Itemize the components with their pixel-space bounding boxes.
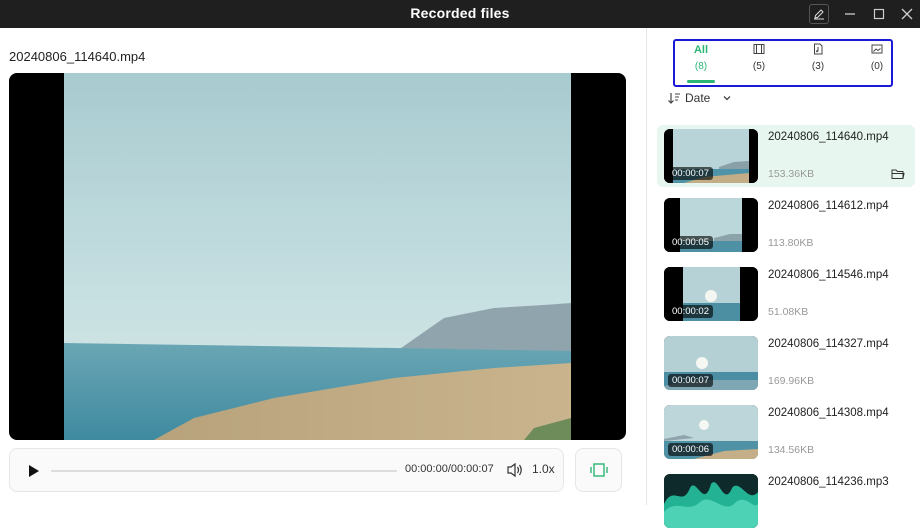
file-item[interactable]: 00:00:07 20240806_114640.mp4 153.36KB [657,125,915,187]
sort-dropdown[interactable]: Date [667,91,732,105]
file-name: 20240806_114640.mp4 [768,131,889,143]
file-item[interactable]: 00:00:05 20240806_114612.mp4 113.80KB [657,194,915,256]
file-size: 169.96KB [768,375,815,387]
file-size: 153.36KB [768,168,815,180]
image-icon [855,43,899,58]
file-duration: 00:00:06 [668,443,713,456]
tab-image[interactable]: (0) [855,43,899,83]
playback-controls: 00:00:00/00:00:07 1.0x [9,448,564,492]
sort-label: Date [685,91,711,105]
chevron-down-icon [723,96,731,101]
file-item[interactable]: 00:00:07 20240806_114327.mp4 169.96KB [657,332,915,394]
current-file-name: 20240806_114640.mp4 [9,49,146,64]
sort-icon [668,93,680,104]
audio-file-icon [796,43,840,58]
tab-video[interactable]: (5) [737,43,781,83]
open-folder-icon[interactable] [891,168,905,180]
file-name: 20240806_114612.mp4 [768,200,889,212]
file-name: 20240806_114327.mp4 [768,338,889,350]
file-item[interactable]: 00:00:06 20240806_114308.mp4 134.56KB [657,401,915,463]
tab-audio-count: (3) [811,61,825,72]
tab-audio[interactable]: (3) [796,43,840,83]
video-player[interactable] [9,73,626,440]
progress-bar[interactable] [51,470,397,472]
maximize-button[interactable] [869,4,889,24]
file-name: 20240806_114546.mp4 [768,269,889,281]
tab-all-count: (8) [694,61,708,72]
minimize-button[interactable] [840,4,860,24]
close-button[interactable] [897,4,917,24]
file-name: 20240806_114308.mp4 [768,407,889,419]
volume-icon[interactable] [506,462,524,483]
title-bar: Recorded files [0,0,920,28]
edit-icon[interactable] [809,4,829,24]
file-size: 113.80KB [768,237,814,249]
file-thumbnail: 00:00:05 [664,198,758,252]
file-thumbnail: 00:00:02 [664,267,758,321]
file-list-panel: All (8) (5) (3) (0) Date 00:00:07 202408… [647,28,920,528]
filter-tabs: All (8) (5) (3) (0) [673,39,893,87]
file-thumbnail: 00:00:06 [664,405,758,459]
file-duration: 00:00:07 [668,167,713,180]
player-panel: 20240806_114640.mp4 00:00:00/00:00:07 1.… [0,28,646,505]
tab-all[interactable]: All (8) [679,43,723,83]
file-duration: 00:00:02 [668,305,713,318]
video-frame [64,73,571,440]
file-name: 20240806_114236.mp3 [768,476,889,488]
file-item[interactable]: 00:00:02 20240806_114546.mp4 51.08KB [657,263,915,325]
tab-image-count: (0) [870,61,884,72]
active-tab-indicator [687,80,715,83]
tab-video-count: (5) [752,61,766,72]
play-button[interactable] [24,462,42,480]
fit-screen-icon [589,463,608,477]
video-icon [737,43,781,58]
file-size: 134.56KB [768,444,815,456]
file-thumbnail: 00:00:07 [664,336,758,390]
speed-selector[interactable]: 1.0x [532,462,555,476]
file-thumbnail: 00:00:07 [664,129,758,183]
fit-screen-button[interactable] [575,448,622,492]
file-thumbnail [664,474,758,528]
tab-all-label: All [693,44,709,56]
time-readout: 00:00:00/00:00:07 [405,463,494,475]
window-title: Recorded files [410,5,510,21]
file-duration: 00:00:05 [668,236,713,249]
file-item[interactable]: 20240806_114236.mp3 [657,470,915,532]
file-size: 51.08KB [768,306,809,318]
file-duration: 00:00:07 [668,374,713,387]
